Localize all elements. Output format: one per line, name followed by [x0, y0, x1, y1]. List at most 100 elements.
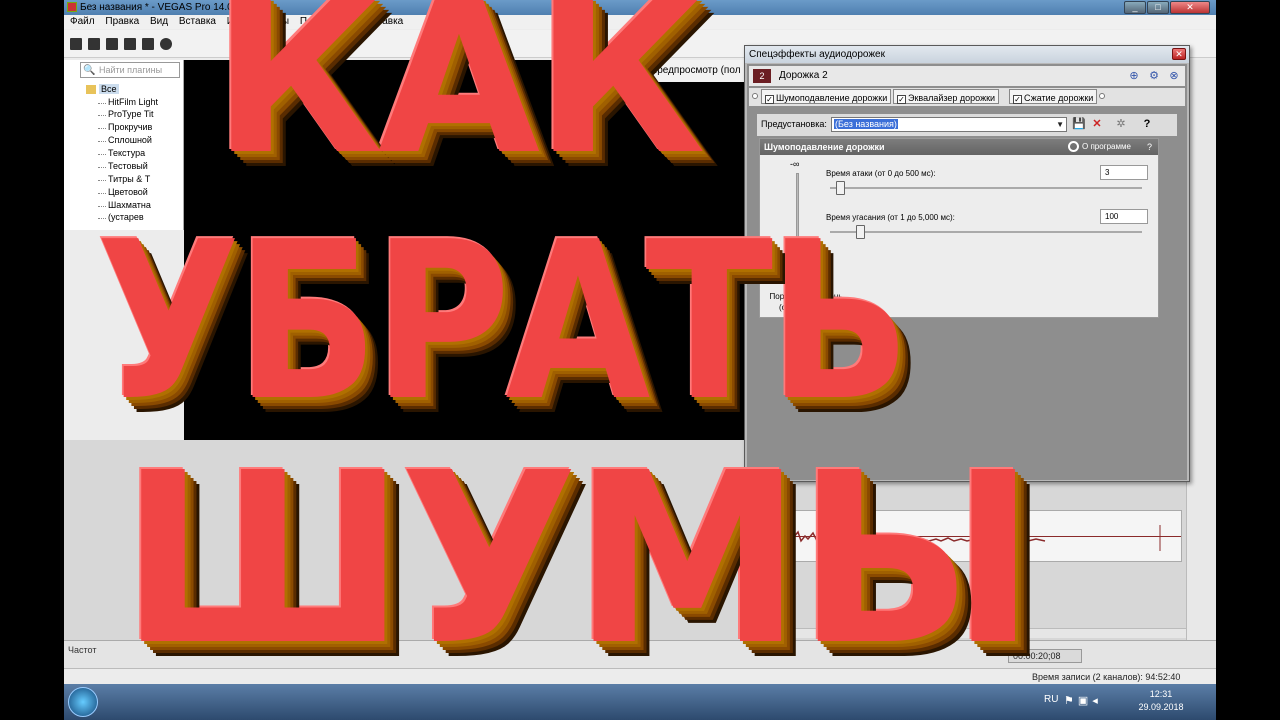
dialog-titlebar: Спецэффекты аудиодорожек ✕ — [745, 46, 1189, 63]
threshold-slider-thumb[interactable] — [790, 275, 802, 289]
render-icon[interactable] — [142, 38, 154, 50]
minimize-button[interactable]: _ — [1124, 1, 1146, 14]
noise-reduction-plugin: Шумоподавление дорожки О программе ? -∞ … — [759, 138, 1159, 318]
letterbox-left — [0, 0, 64, 720]
menu-options[interactable]: Параметры — [300, 16, 353, 27]
tree-item[interactable]: Сплошной — [98, 135, 152, 147]
threshold-slider-track[interactable] — [796, 173, 799, 285]
plugin-name: Шумоподавление дорожки — [764, 142, 885, 152]
record-time-info: Время записи (2 каналов): 94:52:40 — [1032, 672, 1181, 682]
window-titlebar: Без названия * - VEGAS Pro 14.0 _ □ ✕ — [64, 0, 1216, 15]
preview-quality-label[interactable]: Предпросмотр (пол — [650, 65, 741, 76]
dialog-title: Спецэффекты аудиодорожек — [749, 49, 885, 60]
video-preview-area — [184, 60, 744, 440]
properties-gear-icon[interactable] — [160, 38, 172, 50]
tree-item[interactable]: Титры & Т — [97, 174, 150, 186]
preset-row: Предустановка: (Без названия) ▼ 💾 ✕ ✲ ? — [757, 114, 1177, 136]
chain-plugin-noise-reduction[interactable]: ✓ Шумоподавление дорожки — [761, 89, 892, 104]
plugin-search-placeholder: Найти плагины — [99, 65, 163, 75]
windows-taskbar: RU ⚑▣◂ 12:31 29.09.2018 — [64, 684, 1216, 720]
chain-plugin-label: Шумоподавление дорожки — [776, 93, 888, 103]
attack-slider-track[interactable] — [830, 187, 1142, 189]
threshold-label-line2: (от -∞ до 0 дБ) — [778, 303, 833, 312]
save-as-icon[interactable] — [124, 38, 136, 50]
release-label: Время угасания (от 1 до 5,000 мс): — [826, 213, 955, 222]
audio-track-waveform[interactable] — [754, 510, 1182, 562]
attack-value-input[interactable]: 3 — [1100, 165, 1148, 180]
letterbox-right — [1216, 0, 1280, 720]
start-button-icon[interactable] — [68, 687, 98, 717]
tree-item[interactable]: Текстура — [97, 148, 145, 160]
plugin-search-input[interactable]: 🔍 Найти плагины — [80, 62, 180, 78]
vegas-app-icon — [67, 2, 77, 12]
chain-plugin-compressor[interactable]: ✓ Сжатие дорожки — [1009, 89, 1098, 104]
track-header: 2 Дорожка 2 ⊕ ⚙ ⊗ — [749, 66, 1185, 86]
delete-preset-icon[interactable]: ✕ — [1089, 117, 1105, 132]
plugin-chain: ✓ Шумоподавление дорожки ✓ Эквалайзер доро… — [749, 88, 1185, 106]
release-value-input[interactable]: 100 — [1100, 209, 1148, 224]
threshold-max-label: -∞ — [790, 159, 800, 169]
chain-end-dot — [1099, 93, 1105, 99]
open-folder-icon[interactable] — [88, 38, 100, 50]
plugin-remove-icon[interactable]: ⊗ — [1167, 70, 1181, 82]
tray-icons[interactable]: ⚑▣◂ — [1064, 694, 1102, 707]
checkbox-checked-icon[interactable]: ✓ — [897, 95, 906, 104]
checkbox-checked-icon[interactable]: ✓ — [1013, 95, 1022, 104]
checkbox-checked-icon[interactable]: ✓ — [765, 95, 774, 104]
plugin-settings-icon[interactable]: ⚙ — [1147, 70, 1161, 82]
release-slider-thumb[interactable] — [856, 225, 866, 239]
clock-time: 12:31 — [1149, 689, 1173, 699]
timeline-horizontal-scrollbar[interactable] — [754, 628, 1186, 638]
save-preset-icon[interactable]: 💾 — [1071, 117, 1087, 132]
timecode-display: 00:00:20;08 — [1008, 649, 1082, 663]
menu-edit[interactable]: Правка — [105, 16, 139, 27]
menu-insert[interactable]: Вставка — [179, 16, 216, 27]
chain-plugin-label: Эквалайзер дорожки — [908, 93, 996, 103]
save-icon[interactable] — [106, 38, 118, 50]
chain-start-dot — [752, 93, 758, 99]
plugin-chain-icon[interactable]: ⊕ — [1127, 70, 1141, 82]
tree-item[interactable]: HitFilm Light — [97, 97, 158, 109]
preset-dropdown[interactable]: (Без названия) ▼ — [831, 117, 1067, 132]
menu-help[interactable]: Справка — [364, 16, 403, 27]
bypass-icon[interactable] — [1068, 141, 1079, 152]
vegas-window: Без названия * - VEGAS Pro 14.0 _ □ ✕ Фа… — [64, 0, 1216, 720]
attack-label: Время атаки (от 0 до 500 мс): — [826, 169, 936, 178]
about-link[interactable]: О программе — [1082, 139, 1131, 155]
tree-item[interactable]: Цветовой — [98, 187, 148, 199]
preset-label: Предустановка: — [761, 119, 827, 129]
menu-view[interactable]: Вид — [150, 16, 168, 27]
tree-item[interactable]: ProType Tit — [98, 109, 154, 121]
preview-toolbar: Предпросмотр (пол — [584, 60, 764, 82]
dialog-body: 2 Дорожка 2 ⊕ ⚙ ⊗ ✓ Шумоподавление дорожк… — [747, 64, 1187, 480]
tree-item[interactable]: Шахматна — [98, 200, 151, 212]
menu-tools[interactable]: Инструменты — [227, 16, 289, 27]
tree-item[interactable]: (устарев — [98, 212, 144, 224]
search-icon: 🔍 — [83, 65, 96, 76]
system-clock[interactable]: 12:31 29.09.2018 — [1126, 688, 1196, 714]
clock-date: 29.09.2018 — [1138, 702, 1184, 712]
menu-file[interactable]: Файл — [70, 16, 95, 27]
tree-item[interactable]: Прокручив — [97, 122, 152, 134]
chain-plugin-label: Сжатие дорожки — [1024, 93, 1094, 103]
tree-item[interactable]: Тестовый — [98, 161, 148, 173]
close-button[interactable]: ✕ — [1170, 1, 1210, 14]
chain-plugin-eq[interactable]: ✓ Эквалайзер дорожки — [893, 89, 1000, 104]
attack-slider-thumb[interactable] — [835, 181, 845, 195]
dialog-close-icon[interactable]: ✕ — [1172, 48, 1186, 60]
status-bar: Частот 00:00:20;08 — [64, 640, 1216, 668]
record-info-bar: Время записи (2 каналов): 94:52:40 — [64, 668, 1216, 684]
chevron-down-icon: ▼ — [1056, 120, 1064, 129]
maximize-button[interactable]: □ — [1147, 1, 1169, 14]
plugin-help-icon[interactable]: ? — [1147, 139, 1152, 155]
tree-root-all[interactable]: Все — [86, 84, 176, 96]
help-icon[interactable]: ? — [1139, 117, 1155, 132]
frequency-label: Частот — [68, 645, 97, 655]
threshold-label: Пороговый уровень (от -∞ до 0 дБ) — [764, 291, 848, 313]
plugin-options-icon[interactable]: ✲ — [1113, 117, 1129, 132]
waveform-graphic — [756, 525, 1161, 551]
release-slider-track[interactable] — [830, 231, 1142, 233]
language-indicator[interactable]: RU — [1044, 694, 1058, 705]
menu-bar: Файл Правка Вид Вставка Инструменты Пара… — [64, 15, 1216, 29]
new-project-icon[interactable] — [70, 38, 82, 50]
